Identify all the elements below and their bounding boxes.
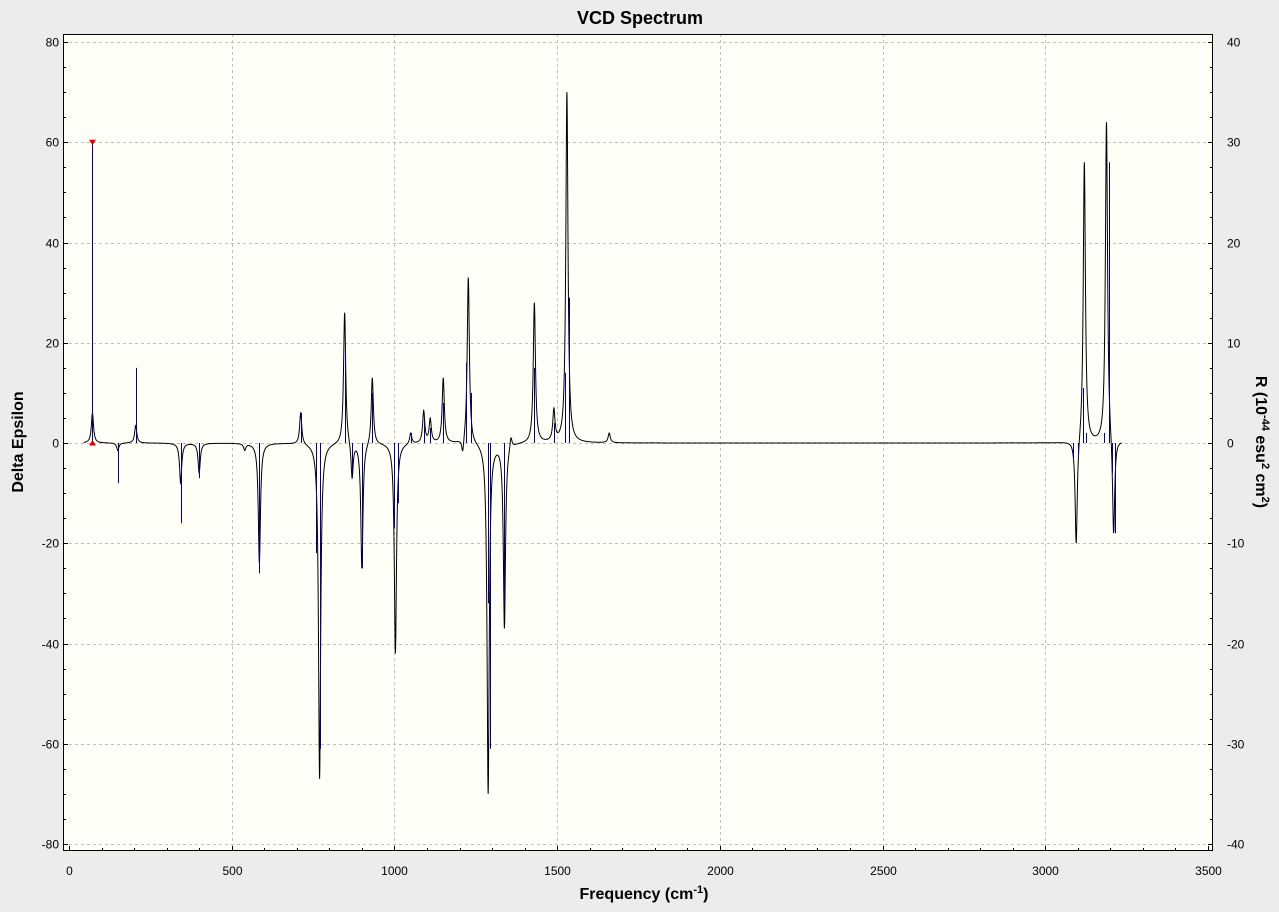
y-right-p1: R (10 [1252, 376, 1269, 415]
x-axis-title-main: Frequency (cm [580, 886, 694, 903]
y-axis-right-title: R (10-44 esu2 cm2) [1252, 376, 1271, 508]
x-axis-title-end: ) [703, 886, 708, 903]
x-tick-label: 3500 [1195, 864, 1222, 878]
y-right-tick-label: 10 [1227, 337, 1241, 351]
y-left-tick-label: -60 [42, 738, 60, 752]
y-left-tick-label: -80 [42, 838, 60, 852]
y-right-p2: esu [1252, 431, 1269, 463]
y-left-tick-label: -20 [42, 537, 60, 551]
y-right-tick-label: -10 [1227, 537, 1245, 551]
x-tick-label: 3000 [1032, 864, 1059, 878]
y-right-tick-label: -30 [1227, 738, 1245, 752]
y-left-tick-label: 20 [46, 337, 60, 351]
y-right-tick-label: 20 [1227, 237, 1241, 251]
y-right-tick-label: 0 [1227, 437, 1234, 451]
y-right-p4: ) [1252, 503, 1269, 508]
y-left-tick-label: 0 [52, 437, 59, 451]
chart-window: -80 -60 -40 -20 0 20 40 60 80 -40 -30 -20 -10 0 10 20 30… [0, 0, 1279, 912]
y-right-tick-label: 40 [1227, 36, 1241, 50]
y-right-tick-label: -40 [1227, 838, 1245, 852]
x-tick-label: 2000 [707, 864, 734, 878]
x-tick-label: 0 [66, 864, 73, 878]
y-axis-left-title: Delta Epsilon [10, 391, 27, 492]
x-tick-label: 2500 [870, 864, 897, 878]
y-left-tick-label: -40 [42, 638, 60, 652]
x-tick-label: 1000 [381, 864, 408, 878]
y-left-tick-label: 80 [46, 36, 60, 50]
y-left-tick-label: 40 [46, 237, 60, 251]
y-right-tick-label: 30 [1227, 136, 1241, 150]
y-right-tick-label: -20 [1227, 638, 1245, 652]
x-tick-label: 500 [222, 864, 242, 878]
y-right-sup1: -44 [1259, 415, 1271, 432]
x-axis-title: Frequency (cm-1) [580, 884, 709, 903]
chart-title: VCD Spectrum [577, 8, 703, 28]
x-axis-title-sup: -1 [693, 884, 703, 896]
x-tick-label: 1500 [544, 864, 571, 878]
y-left-tick-label: 60 [46, 136, 60, 150]
vcd-chart: -80-60-40-20020406080-40-30-20-100102030… [10, 8, 1271, 903]
y-right-p3: cm [1252, 469, 1269, 497]
